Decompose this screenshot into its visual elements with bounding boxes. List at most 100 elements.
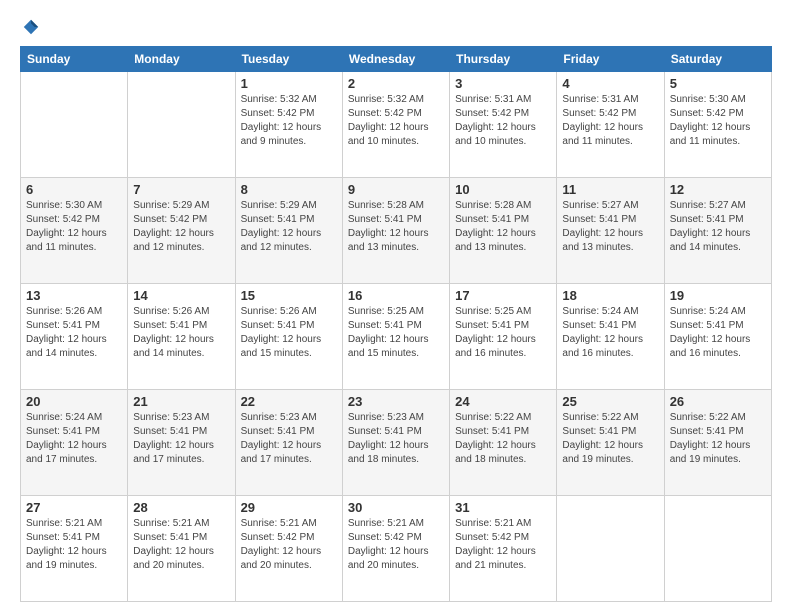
calendar-cell: 14 Sunrise: 5:26 AM Sunset: 5:41 PM Dayli… — [128, 284, 235, 390]
day-info: Sunrise: 5:25 AM Sunset: 5:41 PM Dayligh… — [455, 305, 551, 361]
weekday-header-sunday: Sunday — [21, 47, 128, 72]
weekday-header-monday: Monday — [128, 47, 235, 72]
day-number: 14 — [133, 288, 229, 303]
calendar-cell — [664, 496, 771, 602]
day-info: Sunrise: 5:31 AM Sunset: 5:42 PM Dayligh… — [562, 93, 658, 149]
weekday-header-row: SundayMondayTuesdayWednesdayThursdayFrid… — [21, 47, 772, 72]
calendar-cell: 29 Sunrise: 5:21 AM Sunset: 5:42 PM Dayli… — [235, 496, 342, 602]
calendar-cell: 24 Sunrise: 5:22 AM Sunset: 5:41 PM Dayli… — [450, 390, 557, 496]
day-number: 31 — [455, 500, 551, 515]
day-info: Sunrise: 5:21 AM Sunset: 5:42 PM Dayligh… — [348, 517, 444, 573]
day-info: Sunrise: 5:22 AM Sunset: 5:41 PM Dayligh… — [562, 411, 658, 467]
weekday-header-thursday: Thursday — [450, 47, 557, 72]
day-info: Sunrise: 5:26 AM Sunset: 5:41 PM Dayligh… — [133, 305, 229, 361]
day-info: Sunrise: 5:26 AM Sunset: 5:41 PM Dayligh… — [26, 305, 122, 361]
day-info: Sunrise: 5:21 AM Sunset: 5:42 PM Dayligh… — [241, 517, 337, 573]
calendar-cell: 31 Sunrise: 5:21 AM Sunset: 5:42 PM Dayli… — [450, 496, 557, 602]
day-info: Sunrise: 5:21 AM Sunset: 5:42 PM Dayligh… — [455, 517, 551, 573]
week-row-2: 13 Sunrise: 5:26 AM Sunset: 5:41 PM Dayli… — [21, 284, 772, 390]
calendar-cell: 12 Sunrise: 5:27 AM Sunset: 5:41 PM Dayli… — [664, 178, 771, 284]
day-number: 1 — [241, 76, 337, 91]
calendar-cell: 5 Sunrise: 5:30 AM Sunset: 5:42 PM Daylig… — [664, 72, 771, 178]
day-info: Sunrise: 5:23 AM Sunset: 5:41 PM Dayligh… — [241, 411, 337, 467]
day-number: 3 — [455, 76, 551, 91]
day-info: Sunrise: 5:32 AM Sunset: 5:42 PM Dayligh… — [348, 93, 444, 149]
day-info: Sunrise: 5:27 AM Sunset: 5:41 PM Dayligh… — [670, 199, 766, 255]
day-number: 23 — [348, 394, 444, 409]
logo — [20, 18, 40, 36]
weekday-header-tuesday: Tuesday — [235, 47, 342, 72]
day-number: 22 — [241, 394, 337, 409]
day-info: Sunrise: 5:29 AM Sunset: 5:42 PM Dayligh… — [133, 199, 229, 255]
calendar-cell: 18Sunrise: 5:24 AM Sunset: 5:41 PM Dayli… — [557, 284, 664, 390]
day-info: Sunrise: 5:26 AM Sunset: 5:41 PM Dayligh… — [241, 305, 337, 361]
day-info: Sunrise: 5:28 AM Sunset: 5:41 PM Dayligh… — [348, 199, 444, 255]
day-number: 8 — [241, 182, 337, 197]
calendar-cell: 2 Sunrise: 5:32 AM Sunset: 5:42 PM Daylig… — [342, 72, 449, 178]
calendar-cell — [557, 496, 664, 602]
day-info: Sunrise: 5:21 AM Sunset: 5:41 PM Dayligh… — [26, 517, 122, 573]
day-info: Sunrise: 5:29 AM Sunset: 5:41 PM Dayligh… — [241, 199, 337, 255]
day-number: 6 — [26, 182, 122, 197]
day-info: Sunrise: 5:24 AM Sunset: 5:41 PM Dayligh… — [562, 305, 658, 361]
calendar-cell: 6 Sunrise: 5:30 AM Sunset: 5:42 PM Daylig… — [21, 178, 128, 284]
week-row-1: 6 Sunrise: 5:30 AM Sunset: 5:42 PM Daylig… — [21, 178, 772, 284]
calendar-cell: 11Sunrise: 5:27 AM Sunset: 5:41 PM Dayli… — [557, 178, 664, 284]
day-number: 5 — [670, 76, 766, 91]
calendar-cell: 25 Sunrise: 5:22 AM Sunset: 5:41 PM Dayli… — [557, 390, 664, 496]
day-number: 26 — [670, 394, 766, 409]
day-number: 25 — [562, 394, 658, 409]
calendar-cell: 27 Sunrise: 5:21 AM Sunset: 5:41 PM Dayli… — [21, 496, 128, 602]
calendar-cell: 28Sunrise: 5:21 AM Sunset: 5:41 PM Dayli… — [128, 496, 235, 602]
day-info: Sunrise: 5:32 AM Sunset: 5:42 PM Dayligh… — [241, 93, 337, 149]
week-row-4: 27 Sunrise: 5:21 AM Sunset: 5:41 PM Dayli… — [21, 496, 772, 602]
calendar: SundayMondayTuesdayWednesdayThursdayFrid… — [20, 46, 772, 602]
day-info: Sunrise: 5:21 AM Sunset: 5:41 PM Dayligh… — [133, 517, 229, 573]
calendar-cell — [21, 72, 128, 178]
day-number: 7 — [133, 182, 229, 197]
calendar-cell: 13 Sunrise: 5:26 AM Sunset: 5:41 PM Dayli… — [21, 284, 128, 390]
calendar-cell: 22 Sunrise: 5:23 AM Sunset: 5:41 PM Dayli… — [235, 390, 342, 496]
calendar-cell: 20 Sunrise: 5:24 AM Sunset: 5:41 PM Dayli… — [21, 390, 128, 496]
day-number: 13 — [26, 288, 122, 303]
day-number: 27 — [26, 500, 122, 515]
day-info: Sunrise: 5:23 AM Sunset: 5:41 PM Dayligh… — [133, 411, 229, 467]
day-info: Sunrise: 5:24 AM Sunset: 5:41 PM Dayligh… — [26, 411, 122, 467]
day-info: Sunrise: 5:23 AM Sunset: 5:41 PM Dayligh… — [348, 411, 444, 467]
calendar-cell: 17 Sunrise: 5:25 AM Sunset: 5:41 PM Dayli… — [450, 284, 557, 390]
day-info: Sunrise: 5:22 AM Sunset: 5:41 PM Dayligh… — [670, 411, 766, 467]
day-info: Sunrise: 5:30 AM Sunset: 5:42 PM Dayligh… — [26, 199, 122, 255]
calendar-cell: 8 Sunrise: 5:29 AM Sunset: 5:41 PM Daylig… — [235, 178, 342, 284]
calendar-cell: 10Sunrise: 5:28 AM Sunset: 5:41 PM Dayli… — [450, 178, 557, 284]
calendar-cell: 1 Sunrise: 5:32 AM Sunset: 5:42 PM Daylig… — [235, 72, 342, 178]
day-number: 20 — [26, 394, 122, 409]
day-number: 2 — [348, 76, 444, 91]
weekday-header-friday: Friday — [557, 47, 664, 72]
day-number: 16 — [348, 288, 444, 303]
calendar-cell — [128, 72, 235, 178]
logo-icon — [22, 18, 40, 36]
calendar-cell: 7 Sunrise: 5:29 AM Sunset: 5:42 PM Daylig… — [128, 178, 235, 284]
calendar-cell: 4Sunrise: 5:31 AM Sunset: 5:42 PM Daylig… — [557, 72, 664, 178]
day-info: Sunrise: 5:22 AM Sunset: 5:41 PM Dayligh… — [455, 411, 551, 467]
day-info: Sunrise: 5:28 AM Sunset: 5:41 PM Dayligh… — [455, 199, 551, 255]
day-number: 29 — [241, 500, 337, 515]
day-number: 24 — [455, 394, 551, 409]
calendar-cell: 16 Sunrise: 5:25 AM Sunset: 5:41 PM Dayli… — [342, 284, 449, 390]
day-number: 17 — [455, 288, 551, 303]
day-number: 30 — [348, 500, 444, 515]
calendar-cell: 3 Sunrise: 5:31 AM Sunset: 5:42 PM Daylig… — [450, 72, 557, 178]
calendar-cell: 21Sunrise: 5:23 AM Sunset: 5:41 PM Dayli… — [128, 390, 235, 496]
calendar-cell: 30 Sunrise: 5:21 AM Sunset: 5:42 PM Dayli… — [342, 496, 449, 602]
calendar-cell: 15Sunrise: 5:26 AM Sunset: 5:41 PM Dayli… — [235, 284, 342, 390]
day-info: Sunrise: 5:31 AM Sunset: 5:42 PM Dayligh… — [455, 93, 551, 149]
day-info: Sunrise: 5:25 AM Sunset: 5:41 PM Dayligh… — [348, 305, 444, 361]
weekday-header-saturday: Saturday — [664, 47, 771, 72]
day-number: 12 — [670, 182, 766, 197]
day-info: Sunrise: 5:30 AM Sunset: 5:42 PM Dayligh… — [670, 93, 766, 149]
header — [20, 18, 772, 36]
day-number: 19 — [670, 288, 766, 303]
day-number: 11 — [562, 182, 658, 197]
week-row-0: 1 Sunrise: 5:32 AM Sunset: 5:42 PM Daylig… — [21, 72, 772, 178]
day-info: Sunrise: 5:24 AM Sunset: 5:41 PM Dayligh… — [670, 305, 766, 361]
